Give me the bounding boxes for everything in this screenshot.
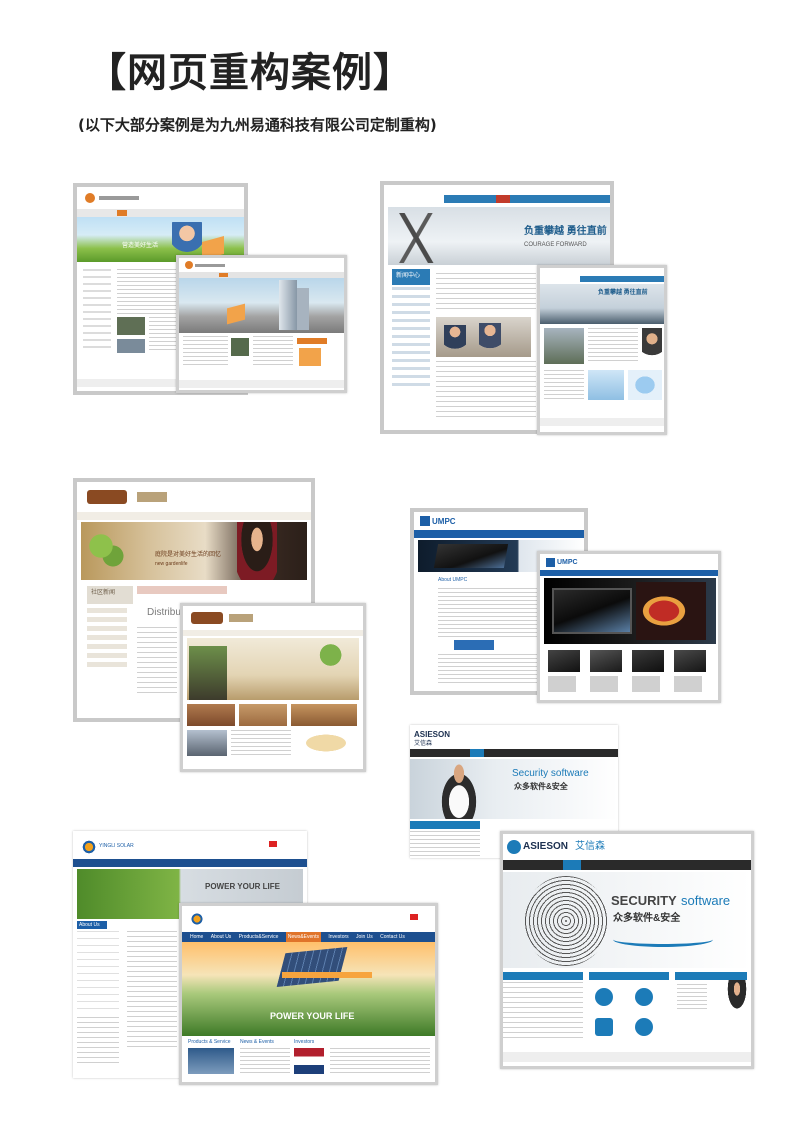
- nav-investors[interactable]: Investors: [328, 932, 348, 942]
- case6-sub-news: News & Events: [240, 1039, 274, 1045]
- case6-brand: YINGLI SOLAR: [99, 843, 134, 849]
- case5-hero2-en-b: software: [681, 893, 731, 908]
- nav-about-us[interactable]: About Us: [211, 932, 232, 942]
- case3-banner-en: new gardenlife: [155, 561, 188, 567]
- nav-home[interactable]: Home: [190, 932, 203, 942]
- case6-hero-text: POWER YOUR LIFE: [205, 882, 280, 891]
- case5-brand-en-2: ASIESON: [523, 841, 569, 852]
- case4-brand: UMPC: [432, 517, 456, 526]
- case4-about-label: About UMPC: [438, 577, 468, 583]
- case3-overlay: [180, 603, 366, 772]
- nav-news-events[interactable]: News&Events: [285, 932, 321, 942]
- case5-overlay: ASIESON 艾信森 SECURITY software 众多软件&安全: [500, 831, 754, 1069]
- nav-contact-us[interactable]: Contact Us: [380, 932, 405, 942]
- case2-section-label: 新闻中心: [396, 273, 421, 279]
- case5-brand-en: ASIESON: [414, 730, 451, 739]
- case2-overlay-hero-cn: 负重攀越 勇往直前: [598, 290, 648, 296]
- case5-hero2-cn: 众多软件&安全: [613, 913, 681, 924]
- case2-hero-cn: 负重攀越 勇往直前: [524, 226, 607, 237]
- case5-brand-cn-2: 艾信森: [575, 841, 605, 852]
- page-title: 【网页重构案例】: [86, 50, 414, 96]
- case6-overlay: Home About Us Products&Service News&Even…: [179, 903, 438, 1085]
- page-subtitle: (以下大部分案例是为九州易通科技有限公司定制重构): [78, 116, 437, 134]
- case2-hero-en: COURAGE FORWARD: [524, 242, 587, 248]
- case6-sub-investors: Investors: [294, 1039, 315, 1045]
- case3-banner-cn: 庭院是对美好生活的回忆: [155, 552, 222, 558]
- case1-overlay: [176, 255, 347, 393]
- case4-overlay: UMPC: [537, 551, 721, 703]
- case6-sub-products: Products & Service: [188, 1039, 231, 1045]
- nav-join-us[interactable]: Join Us: [356, 932, 373, 942]
- case5-hero2-en-a: SECURITY: [611, 893, 677, 908]
- case2-overlay: 负重攀越 勇往直前: [537, 265, 667, 435]
- case5-brand-cn: 艾信森: [414, 741, 433, 747]
- case5-hero-cn: 众多软件&安全: [514, 782, 568, 791]
- case6-hero-text-2: POWER YOUR LIFE: [270, 1011, 355, 1021]
- nav-products-service[interactable]: Products&Service: [239, 932, 279, 942]
- case6-nav: Home About Us Products&Service News&Even…: [182, 932, 435, 942]
- case6-about-label: About Us: [79, 922, 100, 928]
- case5-hero-en: Security software: [512, 768, 589, 779]
- case4-brand-2: UMPC: [557, 559, 578, 566]
- case3-community-label: 社区新闻: [91, 590, 116, 596]
- case1-banner-text: 营造美好生活: [122, 243, 159, 249]
